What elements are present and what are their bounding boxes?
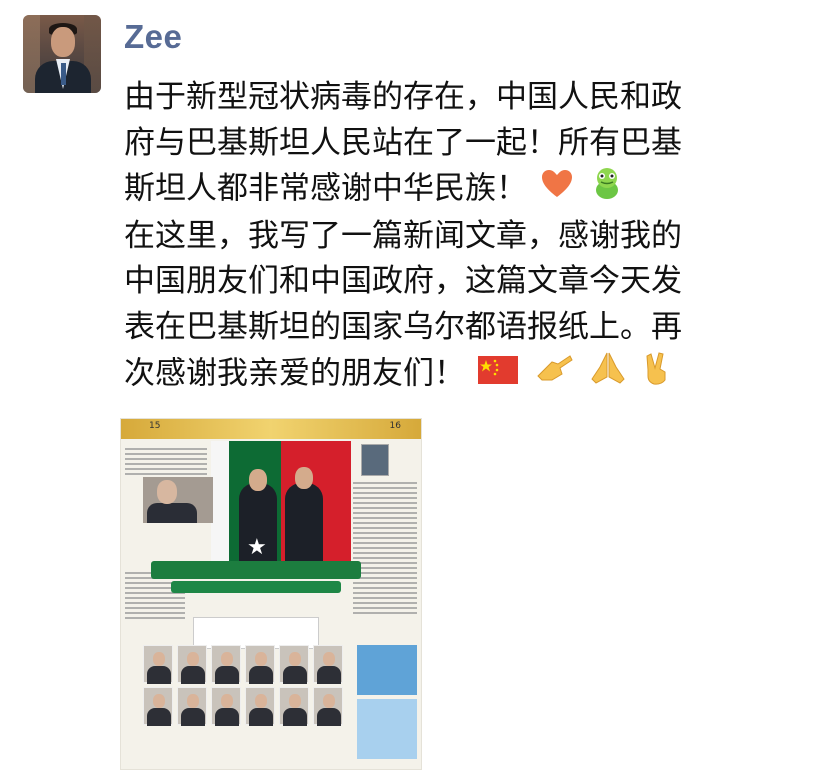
author-name[interactable]: Zee	[124, 18, 182, 56]
photo-inset	[143, 477, 213, 523]
praying-hands-icon	[590, 351, 626, 399]
message-line: 中国朋友们和中国政府，这篇文章今天发	[124, 263, 682, 299]
page-number-left: 15	[149, 421, 161, 431]
heart-icon	[540, 167, 574, 213]
headline-banner: ★	[151, 535, 361, 599]
avatar[interactable]	[23, 15, 101, 93]
article-column-left	[125, 445, 207, 478]
victory-hand-icon	[641, 350, 675, 400]
newspaper-image[interactable]: 15 16 ★	[120, 418, 422, 770]
sidebar-box-light	[357, 699, 417, 759]
china-flag-icon	[477, 352, 518, 398]
article-column-right	[353, 479, 417, 617]
pointing-hand-icon	[534, 352, 574, 398]
sidebar-box-dark	[357, 645, 417, 695]
message-line: 由于新型冠状病毒的存在，中国人民和政	[124, 79, 682, 115]
message-line: 次感谢我亲爱的朋友们！	[124, 355, 465, 392]
newspaper-header-band	[121, 419, 421, 439]
page-number-right: 16	[389, 421, 401, 431]
pepe-frog-icon	[590, 166, 624, 214]
message-line: 表在巴基斯坦的国家乌尔都语报纸上。再	[124, 308, 682, 345]
post-message: 由于新型冠状病毒的存在，中国人民和政 府与巴基斯坦人民站在了一起！所有巴基 斯坦…	[124, 75, 814, 400]
portrait-grid	[143, 645, 351, 755]
author-photo	[361, 444, 389, 476]
message-line: 在这里，我写了一篇新闻文章，感谢我的	[124, 217, 682, 254]
message-line: 斯坦人都非常感谢中华民族！	[124, 170, 527, 207]
message-line: 府与巴基斯坦人民站在了一起！所有巴基	[124, 124, 682, 161]
leaders-photo	[211, 441, 351, 561]
